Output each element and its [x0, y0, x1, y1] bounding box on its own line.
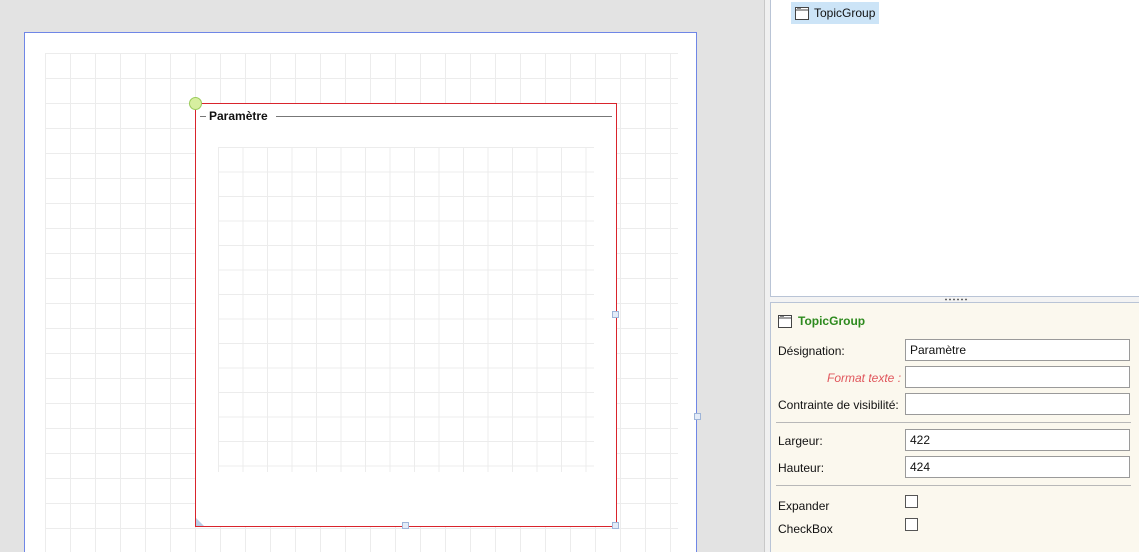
expander-label: Expander [778, 499, 830, 513]
largeur-label: Largeur: [778, 434, 823, 448]
format-texte-label: Format texte : [827, 371, 902, 385]
header-line-right [276, 116, 612, 117]
design-page[interactable]: Paramètre [24, 32, 697, 552]
designation-label: Désignation: [778, 344, 845, 358]
hauteur-input[interactable] [905, 456, 1130, 478]
contrainte-visibilite-label: Contrainte de visibilité: [778, 398, 899, 412]
window-icon [778, 314, 792, 328]
topic-group-element[interactable]: Paramètre [195, 103, 617, 527]
hauteur-label: Hauteur: [778, 461, 825, 475]
tree-item-label: TopicGroup [814, 6, 876, 20]
resize-handle-bottom[interactable] [402, 522, 409, 529]
header-line-left [200, 116, 206, 117]
group-header: Paramètre [200, 109, 612, 123]
tree-item-topicgroup[interactable]: TopicGroup [791, 2, 880, 24]
page-resize-handle-right[interactable] [694, 413, 701, 420]
splitter-grip-icon[interactable] [944, 298, 968, 301]
resize-handle-right[interactable] [612, 311, 619, 318]
properties-title: TopicGroup [798, 314, 866, 328]
tree-panel: TopicGroup [770, 0, 1139, 297]
checkbox-label: CheckBox [778, 522, 833, 536]
expander-checkbox[interactable] [905, 495, 918, 508]
window-icon [795, 6, 809, 20]
group-title: Paramètre [209, 109, 268, 123]
contrainte-visibilite-input[interactable] [905, 393, 1130, 415]
designer-canvas[interactable]: Paramètre [0, 0, 764, 552]
anchor-handle[interactable] [189, 97, 202, 110]
format-texte-input[interactable] [905, 366, 1130, 388]
resize-handle-bottom-right[interactable] [612, 522, 619, 529]
properties-panel: TopicGroup Désignation: Format texte : C… [770, 302, 1139, 552]
section-divider [776, 422, 1131, 423]
largeur-input[interactable] [905, 429, 1130, 451]
designation-input[interactable] [905, 339, 1130, 361]
properties-header: TopicGroup [778, 314, 865, 328]
corner-marker [196, 518, 204, 526]
section-divider [776, 485, 1131, 486]
checkbox-checkbox[interactable] [905, 518, 918, 531]
group-content-grid [218, 147, 594, 472]
